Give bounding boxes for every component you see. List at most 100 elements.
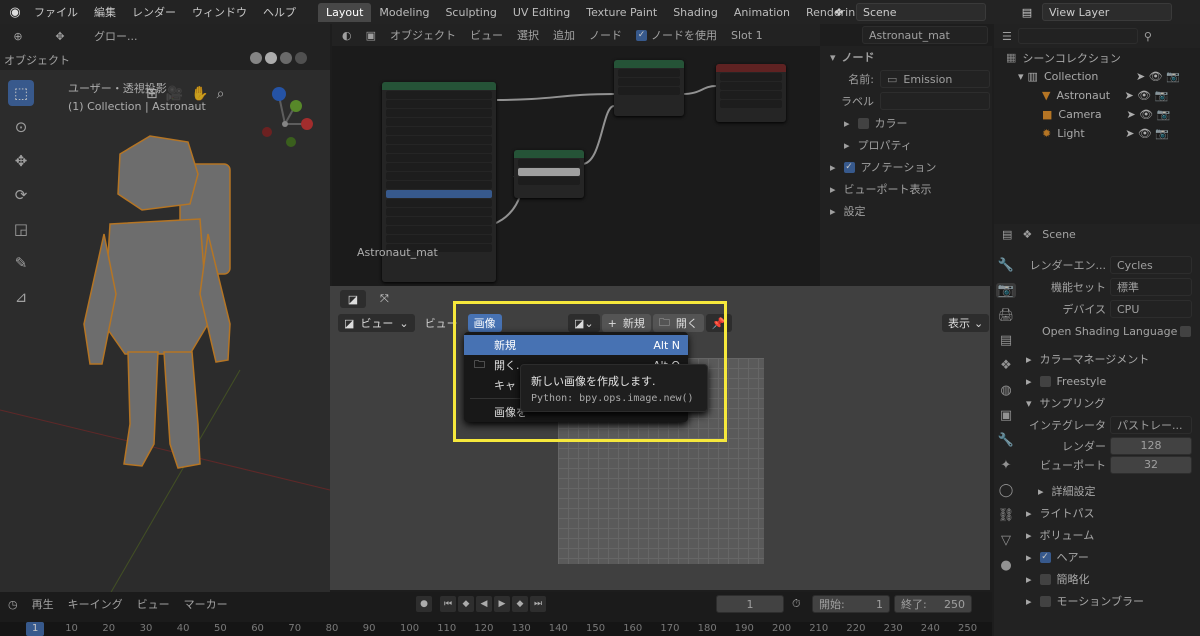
node-editor-canvas[interactable]: Astronaut_mat — [332, 46, 820, 286]
next-keyframe-icon[interactable]: ◆ — [512, 596, 528, 612]
feature-set-select[interactable]: 標準 — [1110, 278, 1192, 296]
menu-file[interactable]: ファイル — [26, 4, 86, 20]
editor-type-icon[interactable]: ⊕ — [8, 28, 28, 44]
mix-shader-node[interactable] — [614, 60, 684, 116]
outliner-search[interactable] — [1017, 28, 1138, 44]
tab-animation[interactable]: Animation — [726, 3, 798, 22]
scene-icon[interactable]: ❖ — [830, 4, 848, 20]
node-menu-node[interactable]: ノード — [589, 27, 622, 43]
render-tab-icon[interactable]: 📷 — [995, 283, 1017, 298]
osl-checkbox[interactable] — [1180, 325, 1191, 337]
outliner-item-collection[interactable]: ▾ ▥ Collection ➤ 👁 📷 — [994, 67, 1200, 86]
outliner-item-astronaut[interactable]: ▼ Astronaut ➤ 👁 📷 — [994, 86, 1200, 105]
render-engine-select[interactable]: Cycles — [1110, 256, 1192, 274]
tab-uv-editing[interactable]: UV Editing — [505, 3, 578, 22]
scene-collection-row[interactable]: ▦ シーンコレクション — [994, 48, 1200, 67]
menu-window[interactable]: ウィンドウ — [184, 4, 255, 20]
jump-start-icon[interactable]: ⏮ — [440, 596, 456, 612]
view-layer-tab-icon[interactable]: ▤ — [1000, 333, 1012, 348]
sampling-section[interactable]: ▾ サンプリング — [994, 392, 1200, 414]
outliner-type-icon[interactable]: ☰ — [1002, 30, 1012, 43]
properties-section[interactable]: ▸ プロパティ — [820, 134, 992, 156]
tab-layout[interactable]: Layout — [318, 2, 372, 22]
material-output-node[interactable] — [716, 64, 786, 122]
blender-logo-icon[interactable]: ◉ — [4, 0, 26, 24]
freestyle-section[interactable]: ▸ Freestyle — [994, 370, 1200, 392]
end-frame-field[interactable]: 終了: 250 — [894, 595, 972, 613]
object-mode-select[interactable]: オブジェクト — [4, 52, 70, 68]
frame-ruler[interactable]: 1 10 20 30 40 50 60 70 80 90 100 110 120 130 140 150 160… — [0, 622, 992, 636]
node-editor-type-icon[interactable]: ◐ — [342, 29, 352, 42]
node-label-field[interactable] — [880, 92, 990, 110]
cursor-tool-icon[interactable]: ⤧ — [380, 292, 389, 306]
rendered-shading-icon[interactable] — [295, 52, 307, 64]
menu-render[interactable]: レンダー — [124, 4, 184, 20]
3d-viewport[interactable]: ⊕ ✥ グロー... オブジェクト ユーザー・透視投影 (1) Collecti… — [0, 24, 330, 594]
playback-menu[interactable]: 再生 — [32, 596, 54, 612]
solid-shading-icon[interactable] — [265, 52, 277, 64]
viewport-display-section[interactable]: ▸ ビューポート表示 — [820, 178, 992, 200]
use-nodes-toggle[interactable]: ✓ ノードを使用 — [636, 27, 717, 43]
play-reverse-icon[interactable]: ◀ — [476, 596, 492, 612]
view-layer-field[interactable]: View Layer — [1042, 3, 1172, 21]
astronaut-model[interactable] — [80, 124, 250, 504]
node-panel-header[interactable]: ▾ ノード — [820, 46, 992, 68]
advanced-section[interactable]: ▸ 詳細設定 — [994, 480, 1200, 502]
tab-texture-paint[interactable]: Texture Paint — [578, 3, 665, 22]
display-menu[interactable]: 表示 ⌄ — [942, 314, 990, 332]
freestyle-checkbox[interactable] — [1039, 375, 1051, 387]
annotation-section[interactable]: ▸ ✓ アノテーション — [820, 156, 992, 178]
node-menu-add[interactable]: 追加 — [553, 27, 575, 43]
filter-icon[interactable]: ⚲ — [1144, 30, 1152, 43]
wireframe-shading-icon[interactable] — [250, 52, 262, 64]
outliner-item-light[interactable]: ✹ Light ➤ 👁 📷 — [994, 124, 1200, 143]
annotation-checkbox[interactable]: ✓ — [843, 161, 855, 173]
use-nodes-checkbox[interactable]: ✓ — [636, 29, 648, 41]
timeline-type-icon[interactable]: ◷ — [8, 598, 18, 611]
simplify-checkbox[interactable] — [1039, 573, 1051, 585]
object-icon[interactable]: ▣ — [366, 29, 376, 42]
viewport-samples-field[interactable]: 32 — [1110, 455, 1192, 474]
tool-tab-icon[interactable]: 🔧 — [998, 258, 1014, 273]
hair-section[interactable]: ▸ ✓ ヘアー — [994, 546, 1200, 568]
shading-buttons[interactable] — [250, 52, 320, 66]
outliner-item-camera[interactable]: ■ Camera ➤ 👁 📷 — [994, 105, 1200, 124]
integrator-select[interactable]: パストレー... — [1110, 416, 1192, 434]
material-shading-icon[interactable] — [280, 52, 292, 64]
color-section[interactable]: ▸ カラー — [820, 112, 992, 134]
slot-select[interactable]: Slot 1 — [731, 29, 763, 42]
simplify-section[interactable]: ▸ 簡略化 — [994, 568, 1200, 590]
output-tab-icon[interactable]: 🖨 — [998, 308, 1015, 323]
marker-menu[interactable]: マーカー — [184, 596, 228, 612]
node-menu-select[interactable]: 選択 — [517, 27, 539, 43]
move-tool-icon[interactable]: ✥ — [50, 28, 70, 44]
scene-field[interactable]: Scene — [856, 3, 986, 21]
current-frame-field[interactable]: 1 — [716, 595, 784, 613]
emission-node[interactable] — [514, 150, 584, 198]
volume-section[interactable]: ▸ ボリューム — [994, 524, 1200, 546]
record-icon[interactable]: ● — [416, 596, 432, 612]
tab-sculpting[interactable]: Sculpting — [437, 3, 504, 22]
play-icon[interactable]: ▶ — [494, 596, 510, 612]
keying-menu[interactable]: キーイング — [68, 596, 123, 612]
color-checkbox[interactable] — [857, 117, 869, 129]
device-select[interactable]: CPU — [1110, 300, 1192, 318]
material-field[interactable]: Astronaut_mat — [862, 26, 988, 44]
stopwatch-icon[interactable]: ⏱ — [792, 597, 801, 611]
motion-blur-section[interactable]: ▸ モーションブラー — [994, 590, 1200, 612]
menu-edit[interactable]: 編集 — [86, 4, 124, 20]
settings-section[interactable]: ▸ 設定 — [820, 200, 992, 222]
jump-end-icon[interactable]: ⏭ — [530, 596, 546, 612]
view-mode-select[interactable]: ◪ ビュー ⌄ — [338, 314, 415, 332]
prev-keyframe-icon[interactable]: ◆ — [458, 596, 474, 612]
image-editor-type-icon[interactable]: ◪ — [340, 290, 366, 308]
node-name-field[interactable]: ▭ Emission — [880, 70, 990, 88]
timeline-view-menu[interactable]: ビュー — [137, 596, 170, 612]
tab-modeling[interactable]: Modeling — [371, 3, 437, 22]
color-management-section[interactable]: ▸ カラーマネージメント — [994, 348, 1200, 370]
render-samples-field[interactable]: 128 — [1110, 436, 1192, 455]
menu-help[interactable]: ヘルプ — [255, 4, 304, 20]
view-layer-icon[interactable]: ▤ — [1018, 4, 1036, 20]
transform-orientation[interactable]: グロー... — [94, 28, 138, 44]
tab-shading[interactable]: Shading — [665, 3, 726, 22]
